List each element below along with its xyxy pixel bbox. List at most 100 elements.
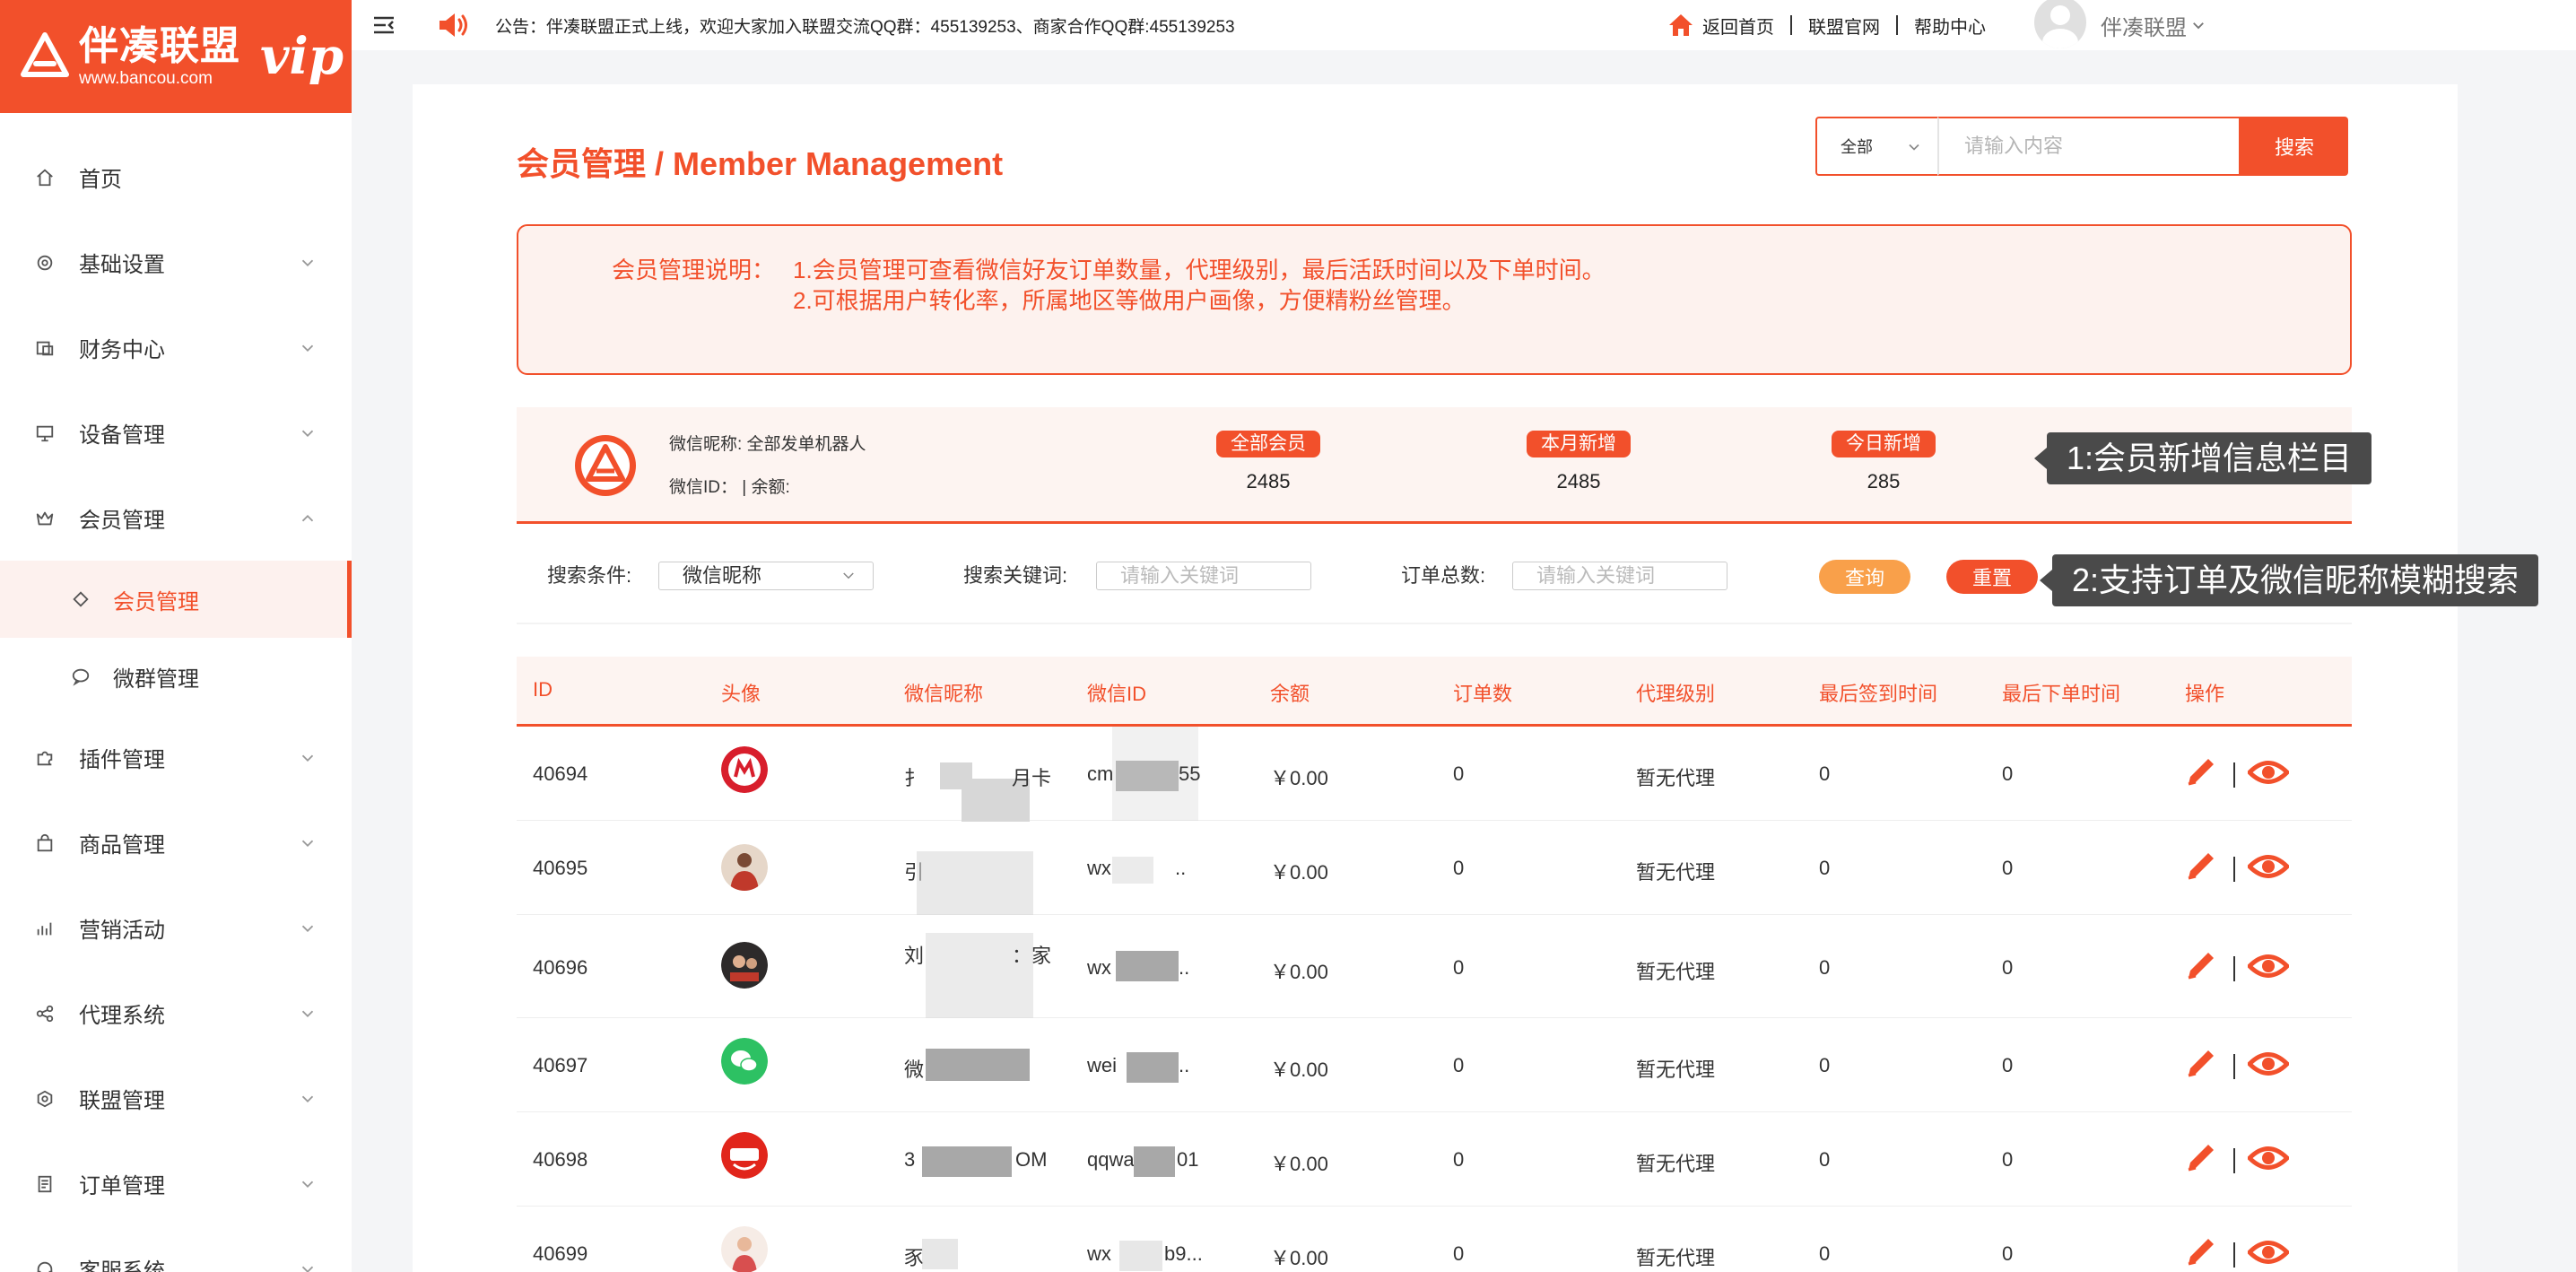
query-button[interactable]: 查询 — [1819, 560, 1910, 594]
sidebar-subitem-group-management[interactable]: 微群管理 — [0, 638, 352, 715]
view-eye-icon[interactable] — [2248, 945, 2289, 987]
column-header: 微信昵称 — [904, 683, 984, 705]
link-divider — [1896, 15, 1898, 35]
keyword-input[interactable] — [1096, 562, 1311, 590]
view-eye-icon[interactable] — [2248, 846, 2289, 887]
edit-pencil-icon[interactable] — [2183, 947, 2219, 983]
condition-select[interactable]: 微信昵称 — [658, 562, 874, 590]
action-divider — [2233, 1148, 2235, 1173]
description-line-2: 2.可根据用户转化率，所属地区等做用户画像，方便精粉丝管理。 — [793, 287, 1466, 314]
sidebar-subitem-member-management[interactable]: 会员管理 — [0, 561, 352, 638]
cell-wxid-tail: b9... — [1164, 1242, 1203, 1265]
search-input[interactable] — [1937, 117, 2241, 176]
sidebar-item-agents[interactable]: 代理系统 — [0, 971, 352, 1056]
sidebar-item-products[interactable]: 商品管理 — [0, 800, 352, 885]
cell-nickname: 3 — [904, 1148, 916, 1171]
column-header[interactable]: ID — [533, 678, 553, 701]
cell-orders: 0 — [1453, 956, 1465, 979]
stat-label: 本月新增 — [1527, 431, 1631, 457]
help-center-link[interactable]: 帮助中心 — [1914, 13, 1986, 39]
column-header: 头像 — [721, 683, 761, 705]
edit-pencil-icon[interactable] — [2183, 754, 2219, 789]
view-eye-icon[interactable] — [2248, 752, 2289, 793]
stat-total-members: 全部会员 2485 — [1179, 431, 1358, 493]
sidebar-item-members[interactable]: 会员管理 — [0, 475, 352, 561]
cell-wxid-tail: .. — [1179, 956, 1190, 979]
official-site-link[interactable]: 联盟官网 — [1808, 13, 1880, 39]
cell-orders: 0 — [1453, 857, 1465, 879]
cell-wxid: wx — [1087, 956, 1111, 979]
stat-month-new: 本月新增 2485 — [1489, 431, 1668, 493]
brand-logo[interactable]: 伴凑联盟 www.bancou.com vip — [0, 0, 352, 113]
table-row: 40694 扌 月卡 cm 55 ￥0.00 0 暂无代理 0 0 — [517, 727, 2352, 822]
edit-pencil-icon[interactable] — [2183, 1045, 2219, 1081]
cell-orders: 0 — [1453, 1054, 1465, 1076]
vip-badge: vip — [260, 27, 344, 86]
stat-value: 2485 — [1556, 470, 1601, 492]
description-label: 会员管理说明： — [612, 257, 776, 283]
menu-collapse-icon[interactable] — [371, 13, 396, 38]
column-header[interactable]: 订单数 — [1453, 678, 1512, 707]
back-home-link[interactable]: 返回首页 — [1702, 13, 1774, 39]
description-panel: 会员管理说明： 1.会员管理可查看微信好友订单数量，代理级别，最后活跃时间以及下… — [517, 224, 2352, 375]
edit-pencil-icon[interactable] — [2183, 1139, 2219, 1175]
sidebar-item-devices[interactable]: 设备管理 — [0, 390, 352, 475]
chevron-up-icon — [301, 514, 314, 521]
cell-last-order: 0 — [2002, 1242, 2014, 1265]
sidebar-item-home[interactable]: 首页 — [0, 135, 352, 220]
cell-id: 40699 — [533, 1242, 588, 1265]
sidebar: 伴凑联盟 www.bancou.com vip 首页 基础设置 财务中心 设备管… — [0, 0, 352, 1272]
sidebar-item-plugins[interactable]: 插件管理 — [0, 715, 352, 800]
cell-balance: ￥0.00 — [1270, 1153, 1328, 1175]
monitor-icon — [34, 423, 56, 444]
column-header[interactable]: 最后下单时间 — [2002, 678, 2120, 707]
reset-button[interactable]: 重置 — [1946, 560, 2038, 594]
chat-icon — [70, 666, 91, 687]
cell-level: 暂无代理 — [1636, 767, 1716, 789]
chevron-down-icon — [301, 925, 314, 932]
action-divider — [2233, 1242, 2235, 1268]
member-table: ID 头像 微信昵称 微信ID 余额 订单数 代理级别 最后签到时间 最后下单时… — [517, 657, 2352, 1272]
keyword-label: 搜索关键词: — [963, 564, 1068, 587]
sidebar-item-label: 会员管理 — [79, 509, 165, 533]
stat-label: 今日新增 — [1832, 431, 1936, 457]
search-button[interactable]: 搜索 — [2241, 117, 2348, 176]
column-header[interactable]: 最后签到时间 — [1819, 678, 1937, 707]
sidebar-item-basic-settings[interactable]: 基础设置 — [0, 220, 352, 305]
edit-pencil-icon[interactable] — [2183, 848, 2219, 884]
cell-level: 暂无代理 — [1636, 961, 1716, 983]
cell-wxid-tail: .. — [1179, 1054, 1190, 1076]
finance-icon — [34, 337, 56, 359]
redacted-block — [922, 1146, 1012, 1177]
sidebar-item-label: 财务中心 — [79, 338, 165, 362]
sidebar-item-alliance[interactable]: 联盟管理 — [0, 1056, 352, 1141]
cell-id: 40694 — [533, 762, 588, 785]
sidebar-item-finance[interactable]: 财务中心 — [0, 305, 352, 390]
share-icon — [34, 1003, 56, 1024]
brand-name: 伴凑联盟 — [79, 23, 240, 69]
cell-wxid: cm — [1087, 762, 1114, 785]
user-name: 伴凑联盟 — [2101, 15, 2187, 40]
cell-last-sign: 0 — [1819, 762, 1831, 785]
sidebar-item-orders[interactable]: 订单管理 — [0, 1141, 352, 1226]
view-eye-icon[interactable] — [2248, 1232, 2289, 1272]
redacted-block — [1112, 857, 1153, 884]
column-header[interactable]: 余额 — [1270, 678, 1310, 707]
view-eye-icon[interactable] — [2248, 1043, 2289, 1085]
cell-last-order: 0 — [2002, 956, 2014, 979]
sidebar-item-label: 联盟管理 — [79, 1089, 165, 1113]
description-line-1: 1.会员管理可查看微信好友订单数量，代理级别，最后活跃时间以及下单时间。 — [793, 257, 1606, 283]
user-menu[interactable]: 伴凑联盟 — [2034, 0, 2206, 50]
order-count-input[interactable] — [1512, 562, 1727, 590]
search-scope-select[interactable]: 全部 — [1815, 117, 1937, 176]
redacted-block — [917, 851, 1033, 915]
sidebar-item-label: 代理系统 — [79, 1004, 165, 1028]
cell-last-sign: 0 — [1819, 857, 1831, 879]
callout-stats: 1:会员新增信息栏目 — [2033, 432, 2372, 484]
edit-pencil-icon[interactable] — [2183, 1233, 2219, 1269]
sidebar-item-customer-service[interactable]: 客服系统 — [0, 1226, 352, 1272]
sidebar-item-marketing[interactable]: 营销活动 — [0, 885, 352, 971]
robot-id-balance: 微信ID： | 余额: — [669, 478, 790, 497]
view-eye-icon[interactable] — [2248, 1137, 2289, 1179]
search-scope-value: 全部 — [1841, 138, 1873, 156]
